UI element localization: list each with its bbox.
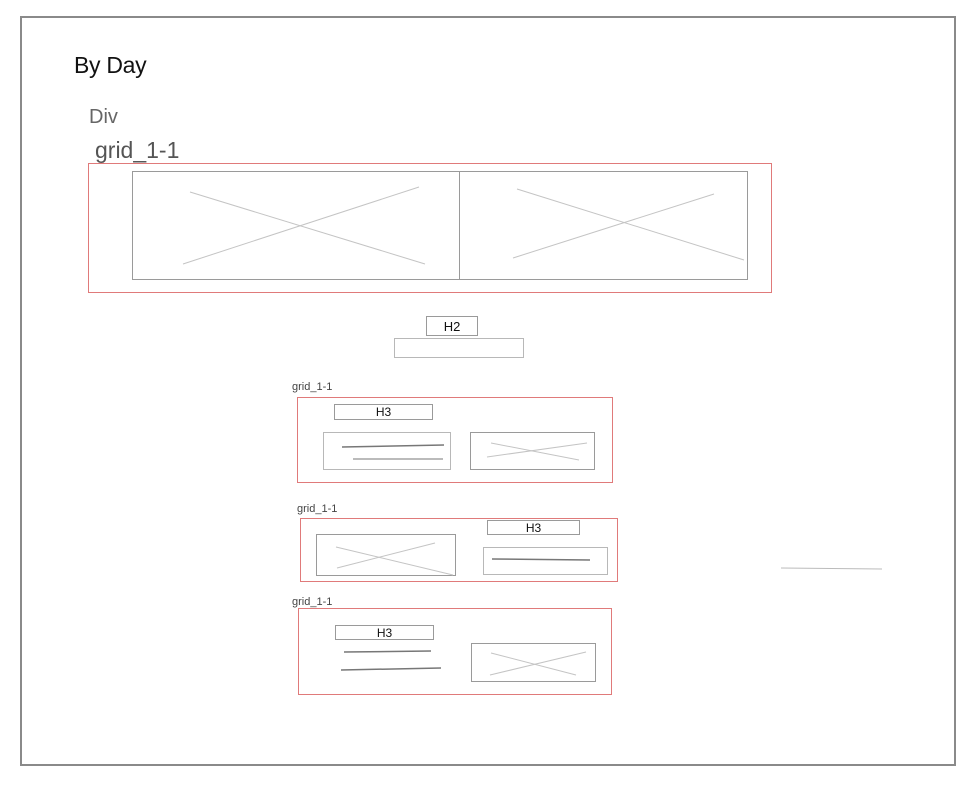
- section-3-h3-box: H3: [335, 625, 434, 640]
- section-2-text-block: [483, 547, 608, 575]
- section-3-grid-label: grid_1-1: [292, 596, 333, 608]
- section-2-grid-label: grid_1-1: [297, 503, 338, 515]
- section-3-text-lines-icon: [340, 650, 442, 671]
- section-2-image-placeholder: [316, 534, 456, 576]
- text-lines-icon: [341, 444, 445, 460]
- section-1-grid-label: grid_1-1: [292, 381, 333, 393]
- section-3-image-placeholder: [471, 643, 596, 682]
- section-2-h3-box: H3: [487, 520, 580, 535]
- section-2-h3-label: H3: [525, 521, 542, 535]
- hero-grid-label: grid_1-1: [95, 137, 180, 163]
- image-placeholder-icon: [512, 188, 745, 261]
- section-1-image-placeholder: [470, 432, 595, 470]
- image-placeholder-icon: [489, 651, 587, 676]
- hero-image-placeholder-right: [459, 171, 748, 280]
- div-label: Div: [89, 106, 118, 128]
- image-placeholder-icon: [182, 186, 426, 265]
- image-placeholder-icon: [335, 542, 454, 576]
- h2-heading-box: H2: [426, 316, 478, 336]
- h2-subtext-box: [394, 338, 524, 358]
- section-1-h3-box: H3: [334, 404, 433, 420]
- section-1-text-block: [323, 432, 451, 470]
- hero-image-placeholder-left: [132, 171, 460, 280]
- section-3-h3-label: H3: [376, 626, 393, 640]
- page-title: By Day: [74, 52, 147, 78]
- text-lines-icon: [491, 558, 591, 561]
- section-1-h3-label: H3: [375, 405, 392, 419]
- h2-heading-label: H2: [443, 319, 461, 334]
- image-placeholder-icon: [486, 442, 588, 461]
- divider-line: [780, 567, 883, 570]
